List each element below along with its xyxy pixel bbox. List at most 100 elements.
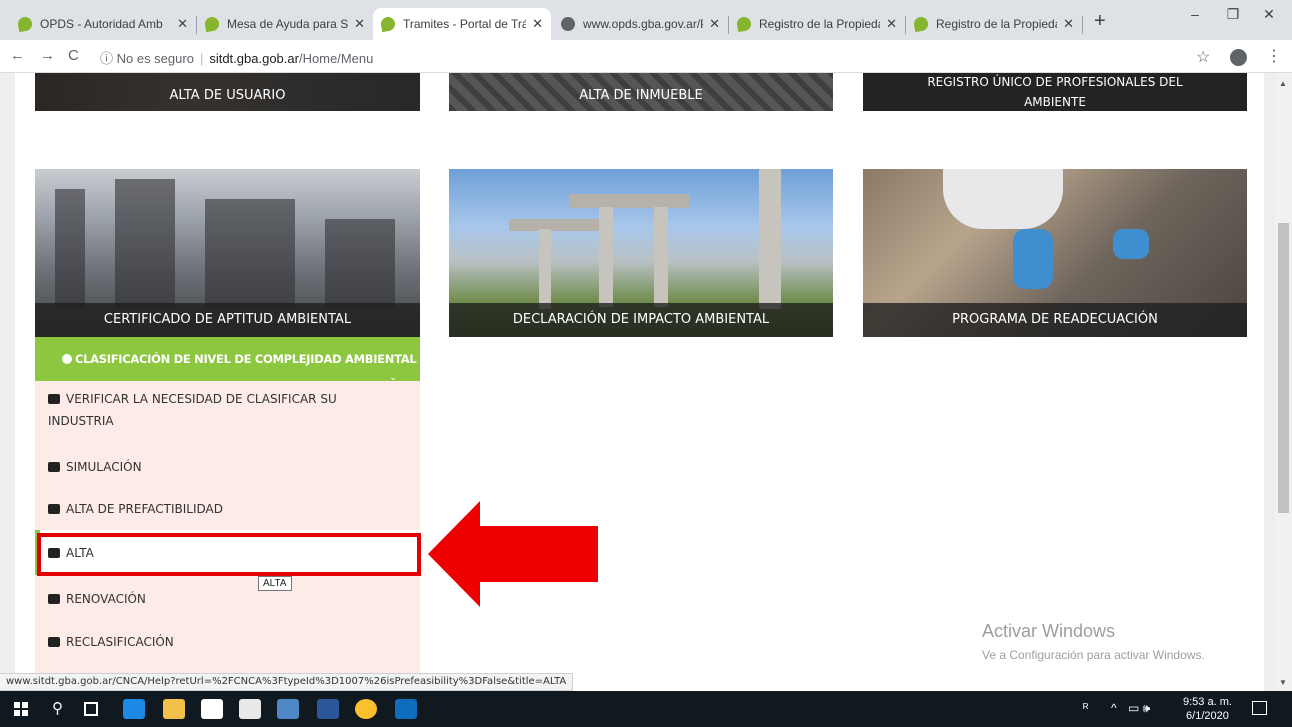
tab-close-icon[interactable]: ✕ xyxy=(177,16,188,32)
page-content: ▲ ▼ ALTA DE USUARIO ALTA DE INMUEBLE REG… xyxy=(0,73,1292,693)
annotation-highlight-box xyxy=(37,533,421,576)
scrollbar-thumb[interactable] xyxy=(1278,223,1289,513)
tab-registro-propiedad-2[interactable]: Registro de la Propieda ✕ xyxy=(906,8,1082,40)
address-bar[interactable]: ⓘ No es seguro | sitdt.gba.gob.ar/Home/Men… xyxy=(100,48,373,67)
tab-title: Registro de la Propieda xyxy=(936,17,1058,31)
submenu-item-label: VERIFICAR LA NECESIDAD DE CLASIFICAR SU xyxy=(66,392,337,406)
forward-button[interactable]: → xyxy=(40,47,55,64)
tab-close-icon[interactable]: ✕ xyxy=(886,16,897,32)
accordion-header-label: CLASIFICACIÓN DE NIVEL DE COMPLEJIDAD AM… xyxy=(75,352,417,366)
opds-leaf-icon xyxy=(912,15,930,33)
file-explorer-icon[interactable] xyxy=(163,699,185,719)
scroll-up-arrow-icon[interactable]: ▲ xyxy=(1279,79,1287,88)
windows-taskbar: ⚲ ᴿ ^ ▭ 🕪 9:53 a. m. 6/1/2020 xyxy=(0,691,1292,727)
bridge-pillar-image xyxy=(539,229,551,309)
close-window-button[interactable]: ✕ xyxy=(1246,6,1292,23)
store-icon[interactable] xyxy=(201,699,223,719)
opds-leaf-icon xyxy=(16,15,34,33)
back-button[interactable]: ← xyxy=(10,47,25,64)
browser-toolbar: ← → C ⓘ No es seguro | sitdt.gba.gob.ar/Ho… xyxy=(0,40,1292,73)
blue-glove-image xyxy=(1013,229,1053,289)
submenu-item-label: SIMULACIÓN xyxy=(66,460,142,474)
submenu-item-alta-prefactibilidad[interactable]: ALTA DE PREFACTIBILIDAD xyxy=(48,499,223,519)
clock-date: 6/1/2020 xyxy=(1186,710,1229,722)
submenu-item-renovacion[interactable]: RENOVACIÓN xyxy=(48,589,146,609)
card-programa-readecuacion[interactable]: PROGRAMA DE READECUACIÓN xyxy=(863,169,1247,337)
people-icon[interactable]: ᴿ xyxy=(1083,701,1088,715)
tab-close-icon[interactable]: ✕ xyxy=(532,16,543,32)
card-label: REGISTRO ÚNICO DE PROFESIONALES DEL AMBI… xyxy=(863,73,1247,111)
tab-mesa-de-ayuda[interactable]: Mesa de Ayuda para Si ✕ xyxy=(197,8,373,40)
globe-icon xyxy=(561,17,575,31)
bridge-pillar-image xyxy=(654,207,668,307)
bridge-pillar-image xyxy=(759,169,781,309)
right-gutter xyxy=(1264,73,1275,693)
card-label-line1: REGISTRO ÚNICO DE PROFESIONALES DEL xyxy=(927,75,1183,89)
address-host: sitdt.gba.gob.ar xyxy=(209,51,299,66)
card-label: PROGRAMA DE READECUACIÓN xyxy=(863,303,1247,337)
search-icon[interactable]: ⚲ xyxy=(52,699,63,717)
app-icon[interactable] xyxy=(277,699,299,719)
security-indicator[interactable]: ⓘ No es seguro xyxy=(100,51,194,66)
bullet-dot-icon xyxy=(62,354,72,364)
tray-chevron-icon[interactable]: ^ xyxy=(1111,701,1117,715)
card-alta-de-inmueble[interactable]: ALTA DE INMUEBLE xyxy=(449,73,833,111)
submenu-item-label: ALTA DE PREFACTIBILIDAD xyxy=(66,502,223,516)
outlook-icon[interactable] xyxy=(395,699,417,719)
new-tab-button[interactable]: + xyxy=(1094,10,1106,33)
tab-registro-propiedad-1[interactable]: Registro de la Propieda ✕ xyxy=(729,8,905,40)
profile-avatar-icon[interactable] xyxy=(1230,49,1247,66)
network-volume-icon[interactable]: ▭ 🕪 xyxy=(1128,701,1150,716)
task-view-icon[interactable] xyxy=(84,702,98,716)
scroll-down-arrow-icon[interactable]: ▼ xyxy=(1279,678,1287,687)
word-icon[interactable] xyxy=(317,699,339,719)
clock-time: 9:53 a. m. xyxy=(1183,696,1232,708)
plant-structure-image xyxy=(115,179,175,309)
address-path: /Home/Menu xyxy=(298,51,374,66)
submenu-item-reclasificacion[interactable]: RECLASIFICACIÓN xyxy=(48,632,174,652)
annotation-red-arrow-icon xyxy=(428,501,598,607)
card-label: ALTA DE USUARIO xyxy=(35,73,420,111)
tab-close-icon[interactable]: ✕ xyxy=(1063,16,1074,32)
bullet-square-icon xyxy=(48,637,60,647)
card-label: ALTA DE INMUEBLE xyxy=(449,73,833,111)
chrome-icon[interactable] xyxy=(355,699,377,719)
taskbar-clock[interactable]: 9:53 a. m. 6/1/2020 xyxy=(1183,695,1232,723)
activate-windows-watermark: Activar Windows Ve a Configuración para … xyxy=(982,621,1205,662)
left-gutter xyxy=(0,73,15,693)
plant-structure-image xyxy=(205,199,295,309)
tab-close-icon[interactable]: ✕ xyxy=(354,16,365,32)
tab-opds-gov[interactable]: www.opds.gba.gov.ar/P ✕ xyxy=(553,8,728,40)
watermark-title: Activar Windows xyxy=(982,621,1116,641)
card-alta-de-usuario[interactable]: ALTA DE USUARIO xyxy=(35,73,420,111)
blue-glove-image xyxy=(1113,229,1149,259)
bullet-square-icon xyxy=(48,394,60,404)
bridge-pillar-image xyxy=(599,207,613,307)
notification-center-icon[interactable] xyxy=(1252,701,1267,715)
windows-start-icon[interactable] xyxy=(14,702,28,716)
tab-close-icon[interactable]: ✕ xyxy=(709,16,720,32)
arrow-shape xyxy=(428,501,598,607)
submenu-item-verificar[interactable]: VERIFICAR LA NECESIDAD DE CLASIFICAR SU … xyxy=(48,389,337,431)
card-registro-profesionales[interactable]: REGISTRO ÚNICO DE PROFESIONALES DEL AMBI… xyxy=(863,73,1247,111)
browser-menu-icon[interactable]: ⋮ xyxy=(1266,46,1282,66)
tab-opds-autoridad[interactable]: OPDS - Autoridad Amb ✕ xyxy=(10,8,196,40)
submenu-item-simulacion[interactable]: SIMULACIÓN xyxy=(48,457,142,477)
reload-button[interactable]: C xyxy=(68,47,79,64)
technician-sleeve-image xyxy=(943,169,1063,229)
submenu-item-label-line2: INDUSTRIA xyxy=(48,414,114,428)
tab-title: Tramites - Portal de Trá xyxy=(403,17,527,31)
card-declaracion-impacto-ambiental[interactable]: DECLARACIÓN DE IMPACTO AMBIENTAL xyxy=(449,169,833,337)
card-certificado-aptitud-ambiental[interactable]: CERTIFICADO DE APTITUD AMBIENTAL xyxy=(35,169,420,337)
bullet-square-icon xyxy=(48,504,60,514)
bookmark-star-icon[interactable]: ☆ xyxy=(1196,47,1210,67)
card-label-line2: AMBIENTE xyxy=(1024,95,1086,109)
bridge-beam-image xyxy=(509,219,599,231)
bullet-square-icon xyxy=(48,594,60,604)
mail-icon[interactable] xyxy=(239,699,261,719)
edge-icon[interactable] xyxy=(123,699,145,719)
submenu-item-label: RENOVACIÓN xyxy=(66,592,146,606)
tab-tramites-active[interactable]: Tramites - Portal de Trá ✕ xyxy=(373,8,551,40)
accordion-header-clasificacion[interactable]: CLASIFICACIÓN DE NIVEL DE COMPLEJIDAD AM… xyxy=(35,337,420,381)
card-label: CERTIFICADO DE APTITUD AMBIENTAL xyxy=(35,303,420,337)
